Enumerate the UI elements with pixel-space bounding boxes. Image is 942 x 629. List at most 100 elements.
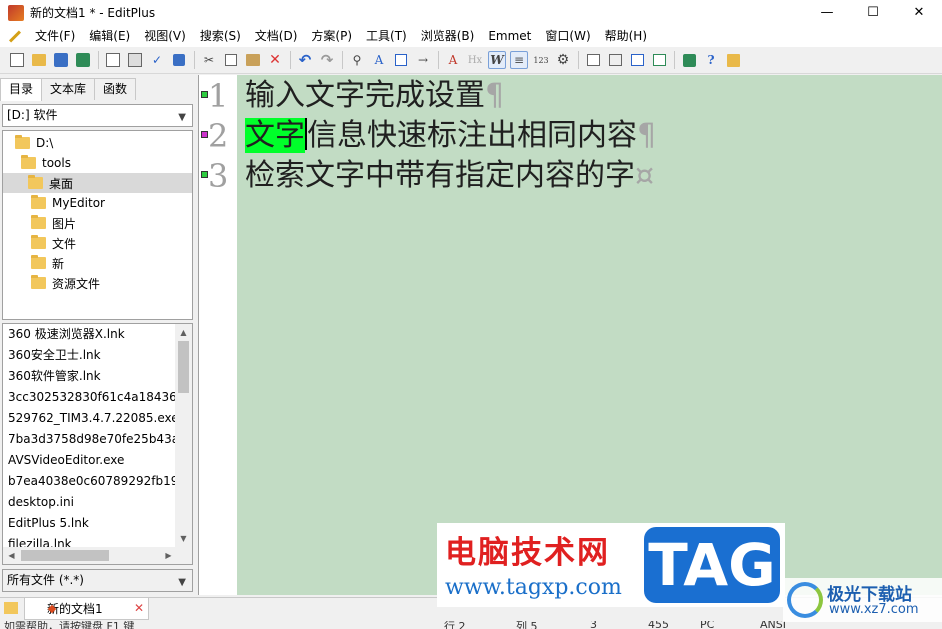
file-list-item[interactable]: 360 极速浏览器X.lnk (8, 324, 175, 345)
editplus-window: 新的文档1 * - EditPlus — ☐ ✕ 文件(F) 编辑(E) 视图(… (0, 0, 942, 629)
settings-icon[interactable]: ⚙ (554, 51, 572, 69)
file-list-item[interactable]: 3cc302532830f61c4a1843616 (8, 387, 175, 408)
file-list-item[interactable]: AVSVideoEditor.exe (8, 450, 175, 471)
scroll-left-icon[interactable]: ◀ (3, 547, 20, 564)
vertical-scroll-thumb[interactable] (178, 341, 189, 393)
goto-line-icon[interactable]: → (414, 51, 432, 69)
tree-item-pictures[interactable]: 图片 (31, 213, 186, 233)
save-icon[interactable] (52, 51, 70, 69)
minimize-button[interactable]: — (804, 0, 850, 25)
menu-window[interactable]: 窗口(W) (538, 25, 597, 47)
tab-directory[interactable]: 目录 (0, 78, 43, 101)
redo-icon[interactable]: ↷ (318, 51, 336, 69)
menu-browser[interactable]: 浏览器(B) (414, 25, 482, 47)
menu-edit[interactable]: 编辑(E) (82, 25, 137, 47)
watermark-url: www.tagxp.com (445, 575, 622, 600)
tree-item-new[interactable]: 新 (31, 253, 186, 273)
dir-icon[interactable] (680, 51, 698, 69)
tree-item-label: 资源文件 (52, 276, 101, 291)
scroll-up-icon[interactable]: ▲ (175, 324, 192, 341)
file-list-horizontal-scrollbar[interactable]: ◀ ▶ (3, 547, 177, 564)
toggle-clip-icon[interactable] (628, 51, 646, 69)
browser-preview-icon[interactable] (170, 51, 188, 69)
replace-icon[interactable]: A (370, 51, 388, 69)
tab-cliptext[interactable]: 文本库 (41, 78, 96, 100)
status-bytes: 455 (648, 621, 669, 629)
indent-icon[interactable]: ≡ (510, 51, 528, 69)
toggle-output-icon[interactable] (606, 51, 624, 69)
status-lines-count: 3 (590, 621, 597, 629)
tree-item-myeditor[interactable]: MyEditor (31, 193, 186, 213)
find-in-files-icon[interactable] (392, 51, 410, 69)
line-number-icon[interactable]: 123 (532, 51, 550, 69)
undo-icon[interactable]: ↶ (296, 51, 314, 69)
file-list-item[interactable]: desktop.ini (8, 492, 175, 513)
eof-icon: ¤ (635, 158, 655, 193)
menu-search[interactable]: 搜索(S) (193, 25, 248, 47)
editor-area[interactable]: 1 2 3 输入文字完成设置¶ 文字信息快速标注出相同内容¶ 检索文字中带有指定… (198, 75, 942, 595)
menu-emmet[interactable]: Emmet (481, 25, 538, 47)
line-number-row: 1 (199, 76, 237, 116)
close-button[interactable]: ✕ (896, 0, 942, 25)
tab-functions[interactable]: 函数 (94, 78, 137, 100)
toolbar: ✓ ✂ ✕ ↶ ↷ ⚲ A → A Hx W ≡ 123 ⚙ ? (0, 47, 942, 74)
tree-item-files[interactable]: 文件 (31, 233, 186, 253)
menu-document[interactable]: 文档(D) (248, 25, 305, 47)
tree-item-tools[interactable]: tools (21, 153, 186, 173)
plugins-icon[interactable] (724, 51, 742, 69)
file-list-item[interactable]: 360安全卫士.lnk (8, 345, 175, 366)
file-list-item[interactable]: 7ba3d3758d98e70fe25b43a0 (8, 429, 175, 450)
status-line: 行 2 (444, 621, 466, 629)
copy-icon[interactable] (222, 51, 240, 69)
font-icon[interactable]: A (444, 51, 462, 69)
tree-item-d-drive[interactable]: D:\ (15, 133, 185, 153)
editor-line[interactable]: 检索文字中带有指定内容的字¤ (245, 156, 654, 196)
editor-line[interactable]: 输入文字完成设置¶ (245, 76, 504, 116)
paste-icon[interactable] (244, 51, 262, 69)
print-preview-icon[interactable] (104, 51, 122, 69)
file-list-item[interactable]: 529762_TIM3.4.7.22085.exe (8, 408, 175, 429)
folder-tree: D:\ tools 桌面 MyEditor 图片 文件 新 资源文件 (2, 130, 193, 320)
editor-line[interactable]: 文字信息快速标注出相同内容¶ (245, 116, 656, 156)
maximize-button[interactable]: ☐ (850, 0, 896, 25)
toggle-panel-icon[interactable] (584, 51, 602, 69)
pilcrow-icon: ¶ (485, 78, 505, 113)
new-file-icon[interactable] (8, 51, 26, 69)
status-column: 列 5 (516, 621, 538, 629)
close-tab-icon[interactable]: ✕ (134, 601, 144, 615)
folder-icon (31, 235, 46, 249)
delete-icon[interactable]: ✕ (266, 51, 284, 69)
horizontal-scroll-thumb[interactable] (21, 550, 109, 561)
watermark-brand: 电脑技术网 (445, 535, 610, 571)
print-icon[interactable] (126, 51, 144, 69)
document-tab[interactable]: 新的文档1 ✕ (24, 598, 149, 620)
menu-tools[interactable]: 工具(T) (359, 25, 414, 47)
file-list-vertical-scrollbar[interactable]: ▲ ▼ (175, 324, 192, 547)
spell-check-icon[interactable]: ✓ (148, 51, 166, 69)
tree-item-label: 桌面 (49, 176, 74, 191)
folder-icon[interactable] (4, 602, 18, 614)
line-marker-icon (201, 131, 208, 138)
tree-item-resources[interactable]: 资源文件 (31, 273, 186, 293)
file-list-item[interactable]: 360软件管家.lnk (8, 366, 175, 387)
fullscreen-icon[interactable] (650, 51, 668, 69)
scroll-down-icon[interactable]: ▼ (175, 530, 192, 547)
open-icon[interactable] (30, 51, 48, 69)
file-list-item[interactable]: b7ea4038e0c60789292fb194 (8, 471, 175, 492)
find-icon[interactable]: ⚲ (348, 51, 366, 69)
chevron-down-icon: ▼ (178, 577, 186, 588)
file-list-item[interactable]: EditPlus 5.lnk (8, 513, 175, 534)
menu-project[interactable]: 方案(P) (304, 25, 359, 47)
html-icon[interactable]: Hx (466, 51, 484, 69)
menu-view[interactable]: 视图(V) (137, 25, 193, 47)
menu-help[interactable]: 帮助(H) (598, 25, 654, 47)
cut-icon[interactable]: ✂ (200, 51, 218, 69)
help-icon[interactable]: ? (702, 51, 720, 69)
word-wrap-icon[interactable]: W (488, 51, 506, 69)
tree-item-desktop[interactable]: 桌面 (3, 173, 192, 193)
file-filter-select[interactable]: 所有文件 (*.*) ▼ (2, 569, 193, 592)
menu-file[interactable]: 文件(F) (28, 25, 82, 47)
drive-select[interactable]: [D:] 软件 ▼ (2, 104, 193, 127)
save-all-icon[interactable] (74, 51, 92, 69)
line-number-gutter: 1 2 3 (199, 75, 237, 595)
